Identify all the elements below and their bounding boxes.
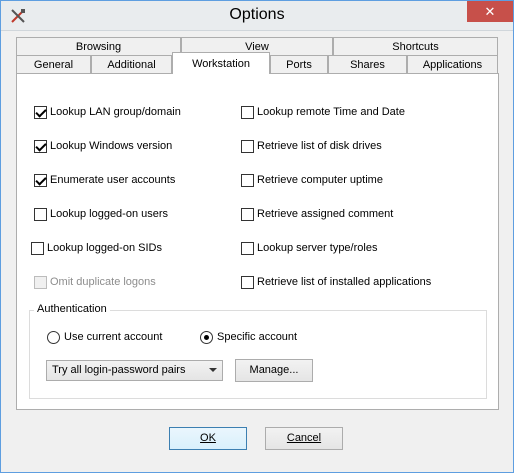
tab-ports[interactable]: Ports: [270, 55, 328, 74]
tab-label: Browsing: [75, 41, 122, 53]
tab-applications[interactable]: Applications: [407, 55, 498, 74]
tab-shortcuts[interactable]: Shortcuts: [333, 37, 498, 56]
cancel-button[interactable]: Cancel: [265, 427, 343, 450]
checkbox-label: Lookup logged-on users: [50, 208, 169, 220]
checkbox-label: Retrieve list of disk drives: [257, 140, 382, 152]
checkbox-box[interactable]: [241, 105, 254, 119]
lookup-remote-time-checkbox[interactable]: Lookup remote Time and Date: [241, 104, 405, 120]
checkbox-box[interactable]: [34, 207, 47, 221]
retrieve-disk-drives-checkbox[interactable]: Retrieve list of disk drives: [241, 138, 382, 154]
checkbox-label: Enumerate user accounts: [50, 174, 176, 186]
tab-label: Ports: [286, 59, 312, 71]
radio-label: Use current account: [64, 331, 163, 343]
omit-duplicate-logons-checkbox: Omit duplicate logons: [34, 274, 156, 290]
checkbox-label: Retrieve assigned comment: [257, 208, 394, 220]
checkbox-box[interactable]: [241, 241, 254, 255]
checkbox-box[interactable]: [34, 105, 47, 119]
select-value: Try all login-password pairs: [52, 364, 186, 376]
checkbox-box[interactable]: [34, 173, 47, 187]
radio-circle[interactable]: [47, 330, 60, 344]
checkbox-box[interactable]: [31, 241, 44, 255]
radio-circle[interactable]: [200, 330, 213, 344]
checkbox-box[interactable]: [241, 173, 254, 187]
lookup-lan-group-checkbox[interactable]: Lookup LAN group/domain: [34, 104, 181, 120]
window-title: Options: [229, 6, 285, 23]
checkbox-box[interactable]: [241, 139, 254, 153]
checkbox-box: [34, 275, 47, 289]
retrieve-computer-uptime-checkbox[interactable]: Retrieve computer uptime: [241, 172, 383, 188]
close-icon: ✕: [484, 4, 496, 19]
close-button[interactable]: ✕: [467, 1, 513, 22]
checkbox-label: Retrieve list of installed applications: [257, 276, 432, 288]
authentication-group-title: Authentication: [34, 303, 110, 315]
options-dialog: Options ✕ Browsing View Shortcuts Genera…: [0, 0, 514, 473]
checkbox-label: Lookup server type/roles: [257, 242, 378, 254]
tab-label: Shares: [350, 59, 385, 71]
button-label: OK: [200, 432, 216, 444]
tab-general[interactable]: General: [16, 55, 91, 74]
radio-label: Specific account: [217, 331, 298, 343]
tab-label: Workstation: [192, 58, 250, 70]
checkbox-box[interactable]: [34, 139, 47, 153]
tab-shares[interactable]: Shares: [328, 55, 407, 74]
checkbox-box[interactable]: [241, 207, 254, 221]
button-label: Manage...: [249, 364, 299, 376]
tab-browsing[interactable]: Browsing: [16, 37, 181, 56]
chevron-down-icon: [209, 368, 217, 372]
manage-button[interactable]: Manage...: [235, 359, 313, 382]
checkbox-label: Lookup logged-on SIDs: [47, 242, 162, 254]
tab-label: Additional: [107, 59, 156, 71]
retrieve-installed-apps-checkbox[interactable]: Retrieve list of installed applications: [241, 274, 431, 290]
tab-additional[interactable]: Additional: [91, 55, 172, 74]
lookup-server-type-checkbox[interactable]: Lookup server type/roles: [241, 240, 377, 256]
checkbox-label: Lookup LAN group/domain: [50, 106, 181, 118]
checkbox-box[interactable]: [241, 275, 254, 289]
use-current-account-radio[interactable]: Use current account: [47, 329, 162, 345]
retrieve-assigned-comment-checkbox[interactable]: Retrieve assigned comment: [241, 206, 393, 222]
title-bar[interactable]: Options ✕: [1, 1, 513, 31]
specific-account-radio[interactable]: Specific account: [200, 329, 297, 345]
checkbox-label: Retrieve computer uptime: [257, 174, 383, 186]
checkbox-label: Lookup Windows version: [50, 140, 173, 152]
tab-label: Applications: [422, 59, 483, 71]
enumerate-user-accounts-checkbox[interactable]: Enumerate user accounts: [34, 172, 175, 188]
authentication-group: [29, 310, 487, 399]
tab-label: General: [33, 59, 74, 71]
checkbox-label: Lookup remote Time and Date: [257, 106, 405, 118]
button-label: Cancel: [286, 432, 322, 444]
ok-button[interactable]: OK: [169, 427, 247, 450]
tab-label: Shortcuts: [392, 41, 439, 53]
login-mode-select[interactable]: Try all login-password pairs: [46, 360, 223, 381]
tab-workstation[interactable]: Workstation: [172, 52, 270, 74]
lookup-windows-version-checkbox[interactable]: Lookup Windows version: [34, 138, 172, 154]
checkbox-label: Omit duplicate logons: [50, 276, 156, 288]
lookup-logged-on-sids-checkbox[interactable]: Lookup logged-on SIDs: [31, 240, 162, 256]
lookup-logged-on-users-checkbox[interactable]: Lookup logged-on users: [34, 206, 168, 222]
